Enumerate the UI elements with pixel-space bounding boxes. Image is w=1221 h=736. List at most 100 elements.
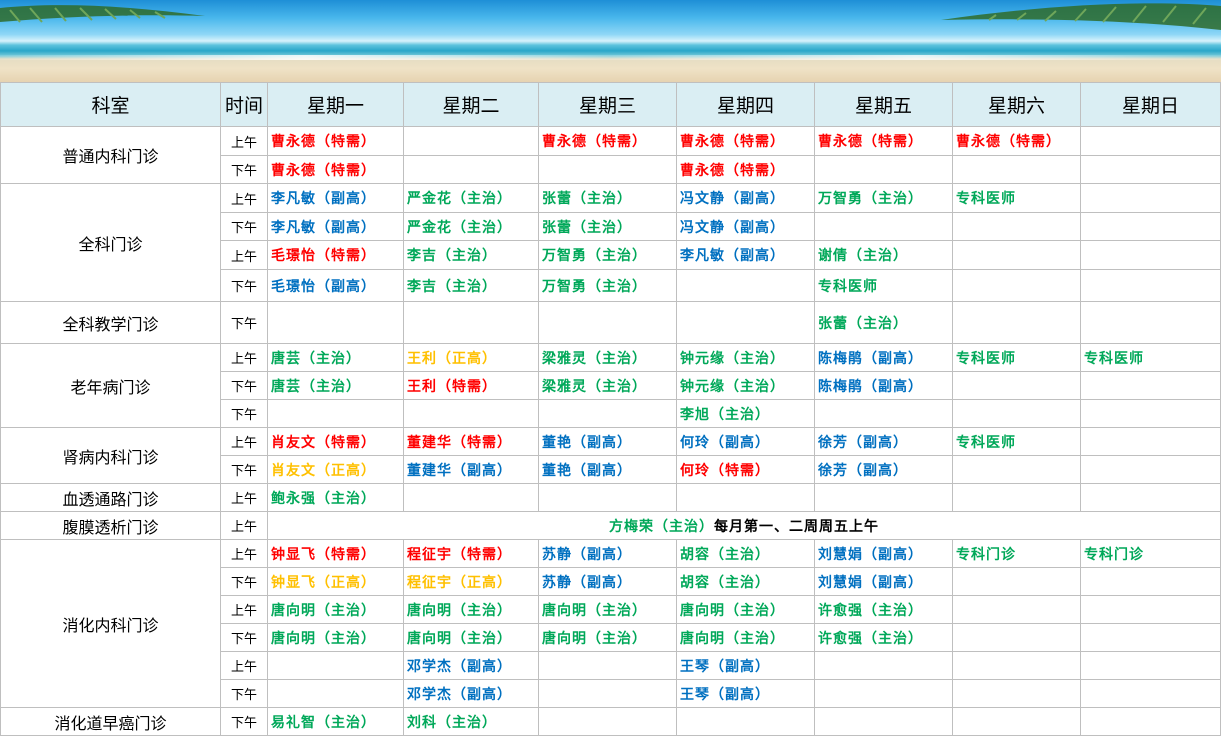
clinic-schedule-table: 科室 时间 星期一 星期二 星期三 星期四 星期五 星期六 星期日 普通内科门诊… [0,82,1221,736]
doctor-cell-tue: 邓学杰（副高） [403,651,539,680]
session-time: 下午 [220,707,268,736]
session-time: 下午 [220,371,268,400]
doctor-cell-wed: 梁雅灵（主治） [538,343,677,372]
doctor-cell-thu: 钟元缘（主治） [676,371,815,400]
session-time: 上午 [220,240,268,270]
doctor-cell-wed: 万智勇（主治） [538,240,677,270]
doctor-cell-thu: 钟元缘（主治） [676,343,815,372]
doctor-cell-tue: 严金花（主治） [403,212,539,241]
session-time: 下午 [220,155,268,184]
session-time: 下午 [220,623,268,652]
department-name: 消化道早癌门诊 [0,707,221,736]
empty-cell-sat [952,155,1081,184]
session-time: 下午 [220,679,268,708]
department-name: 消化内科门诊 [0,539,221,708]
doctor-cell-tue: 邓学杰（副高） [403,679,539,708]
doctor-cell-mon: 钟显飞（特需） [267,539,404,568]
doctor-cell-wed: 董艳（副高） [538,427,677,456]
empty-cell-wed [538,483,677,512]
empty-cell-wed [538,399,677,428]
notice-cell: 方梅荣（主治）每月第一、二周周五上午 [267,511,1221,540]
empty-cell-sat [952,269,1081,302]
doctor-cell-mon: 唐芸（主治） [267,343,404,372]
empty-cell-sun [1080,483,1221,512]
department-name: 血透通路门诊 [0,483,221,512]
empty-cell-sat [952,240,1081,270]
doctor-cell-thu: 王琴（副高） [676,651,815,680]
session-time: 上午 [220,539,268,568]
doctor-cell-mon: 钟显飞（正高） [267,567,404,596]
department-name: 老年病门诊 [0,343,221,428]
doctor-cell-tue: 董建华（特需） [403,427,539,456]
schedule-row: 全科门诊 上午 李凡敏（副高） 严金花（主治） 张蕾（主治） 冯文静（副高） 万智勇（主治）… [0,183,1221,302]
header-time: 时间 [220,82,268,127]
empty-cell-fri [814,679,953,708]
doctor-cell-fri: 专科医师 [814,269,953,302]
empty-cell-sun [1080,427,1221,456]
doctor-cell-wed: 苏静（副高） [538,539,677,568]
doctor-cell-thu: 冯文静（副高） [676,212,815,241]
empty-cell-sun [1080,126,1221,156]
empty-cell-sun [1080,371,1221,400]
header-mon: 星期一 [267,82,404,127]
schedule-row: 消化内科门诊 上午 钟显飞（特需） 程征宇（特需） 苏静（副高） 胡容（主治） 刘慧娟（副高… [0,539,1221,708]
empty-cell-fri [814,399,953,428]
department-name: 腹膜透析门诊 [0,511,221,540]
empty-cell-sat [952,301,1081,344]
empty-cell-sun [1080,651,1221,680]
empty-cell-wed [538,707,677,736]
doctor-cell-fri: 徐芳（副高） [814,455,953,484]
schedule-row: 普通内科门诊 上午 曹永德（特需） 曹永德（特需） 曹永德（特需） 曹永德（特需） 曹永德（… [0,126,1221,184]
empty-cell-sun [1080,567,1221,596]
doctor-cell-mon: 唐芸（主治） [267,371,404,400]
session-time: 上午 [220,343,268,372]
header-thu: 星期四 [676,82,815,127]
doctor-cell-thu: 唐向明（主治） [676,623,815,652]
doctor-cell-tue: 李吉（主治） [403,240,539,270]
empty-cell-sun [1080,707,1221,736]
empty-cell-sat [952,679,1081,708]
doctor-cell-mon: 易礼智（主治） [267,707,404,736]
doctor-cell-tue: 严金花（主治） [403,183,539,213]
session-time: 下午 [220,301,268,344]
doctor-cell-mon: 李凡敏（副高） [267,212,404,241]
doctor-cell-mon: 毛璟怡（副高） [267,269,404,302]
doctor-cell-thu: 王琴（副高） [676,679,815,708]
doctor-cell-mon: 鲍永强（主治） [267,483,404,512]
empty-cell-sun [1080,455,1221,484]
session-time: 上午 [220,511,268,540]
empty-cell-wed [538,155,677,184]
doctor-cell-sat: 曹永德（特需） [952,126,1081,156]
session-time: 下午 [220,455,268,484]
doctor-cell-mon: 李凡敏（副高） [267,183,404,213]
doctor-cell-fri: 许愈强（主治） [814,595,953,624]
doctor-cell-mon: 曹永德（特需） [267,155,404,184]
empty-cell-sun [1080,301,1221,344]
doctor-cell-sat: 专科医师 [952,343,1081,372]
empty-cell-sat [952,212,1081,241]
empty-cell-wed [538,651,677,680]
doctor-cell-mon: 唐向明（主治） [267,623,404,652]
session-time: 上午 [220,595,268,624]
empty-cell-fri [814,483,953,512]
doctor-cell-thu: 李凡敏（副高） [676,240,815,270]
header-sun: 星期日 [1080,82,1221,127]
header-row: 科室 时间 星期一 星期二 星期三 星期四 星期五 星期六 星期日 [0,82,1221,127]
empty-cell-tue [403,483,539,512]
empty-cell-thu [676,301,815,344]
empty-cell-fri [814,155,953,184]
empty-cell-mon [267,301,404,344]
doctor-cell-tue: 程征宇（特需） [403,539,539,568]
department-name: 普通内科门诊 [0,126,221,184]
schedule-body: 普通内科门诊 上午 曹永德（特需） 曹永德（特需） 曹永德（特需） 曹永德（特需） 曹永德（… [0,126,1221,736]
empty-cell-wed [538,679,677,708]
doctor-cell-mon: 肖友文（特需） [267,427,404,456]
empty-cell-tue [403,301,539,344]
doctor-cell-tue: 刘科（主治） [403,707,539,736]
empty-cell-sat [952,651,1081,680]
empty-cell-sat [952,483,1081,512]
empty-cell-sun [1080,269,1221,302]
empty-cell-thu [676,269,815,302]
doctor-cell-sat: 专科门诊 [952,539,1081,568]
empty-cell-sun [1080,679,1221,708]
